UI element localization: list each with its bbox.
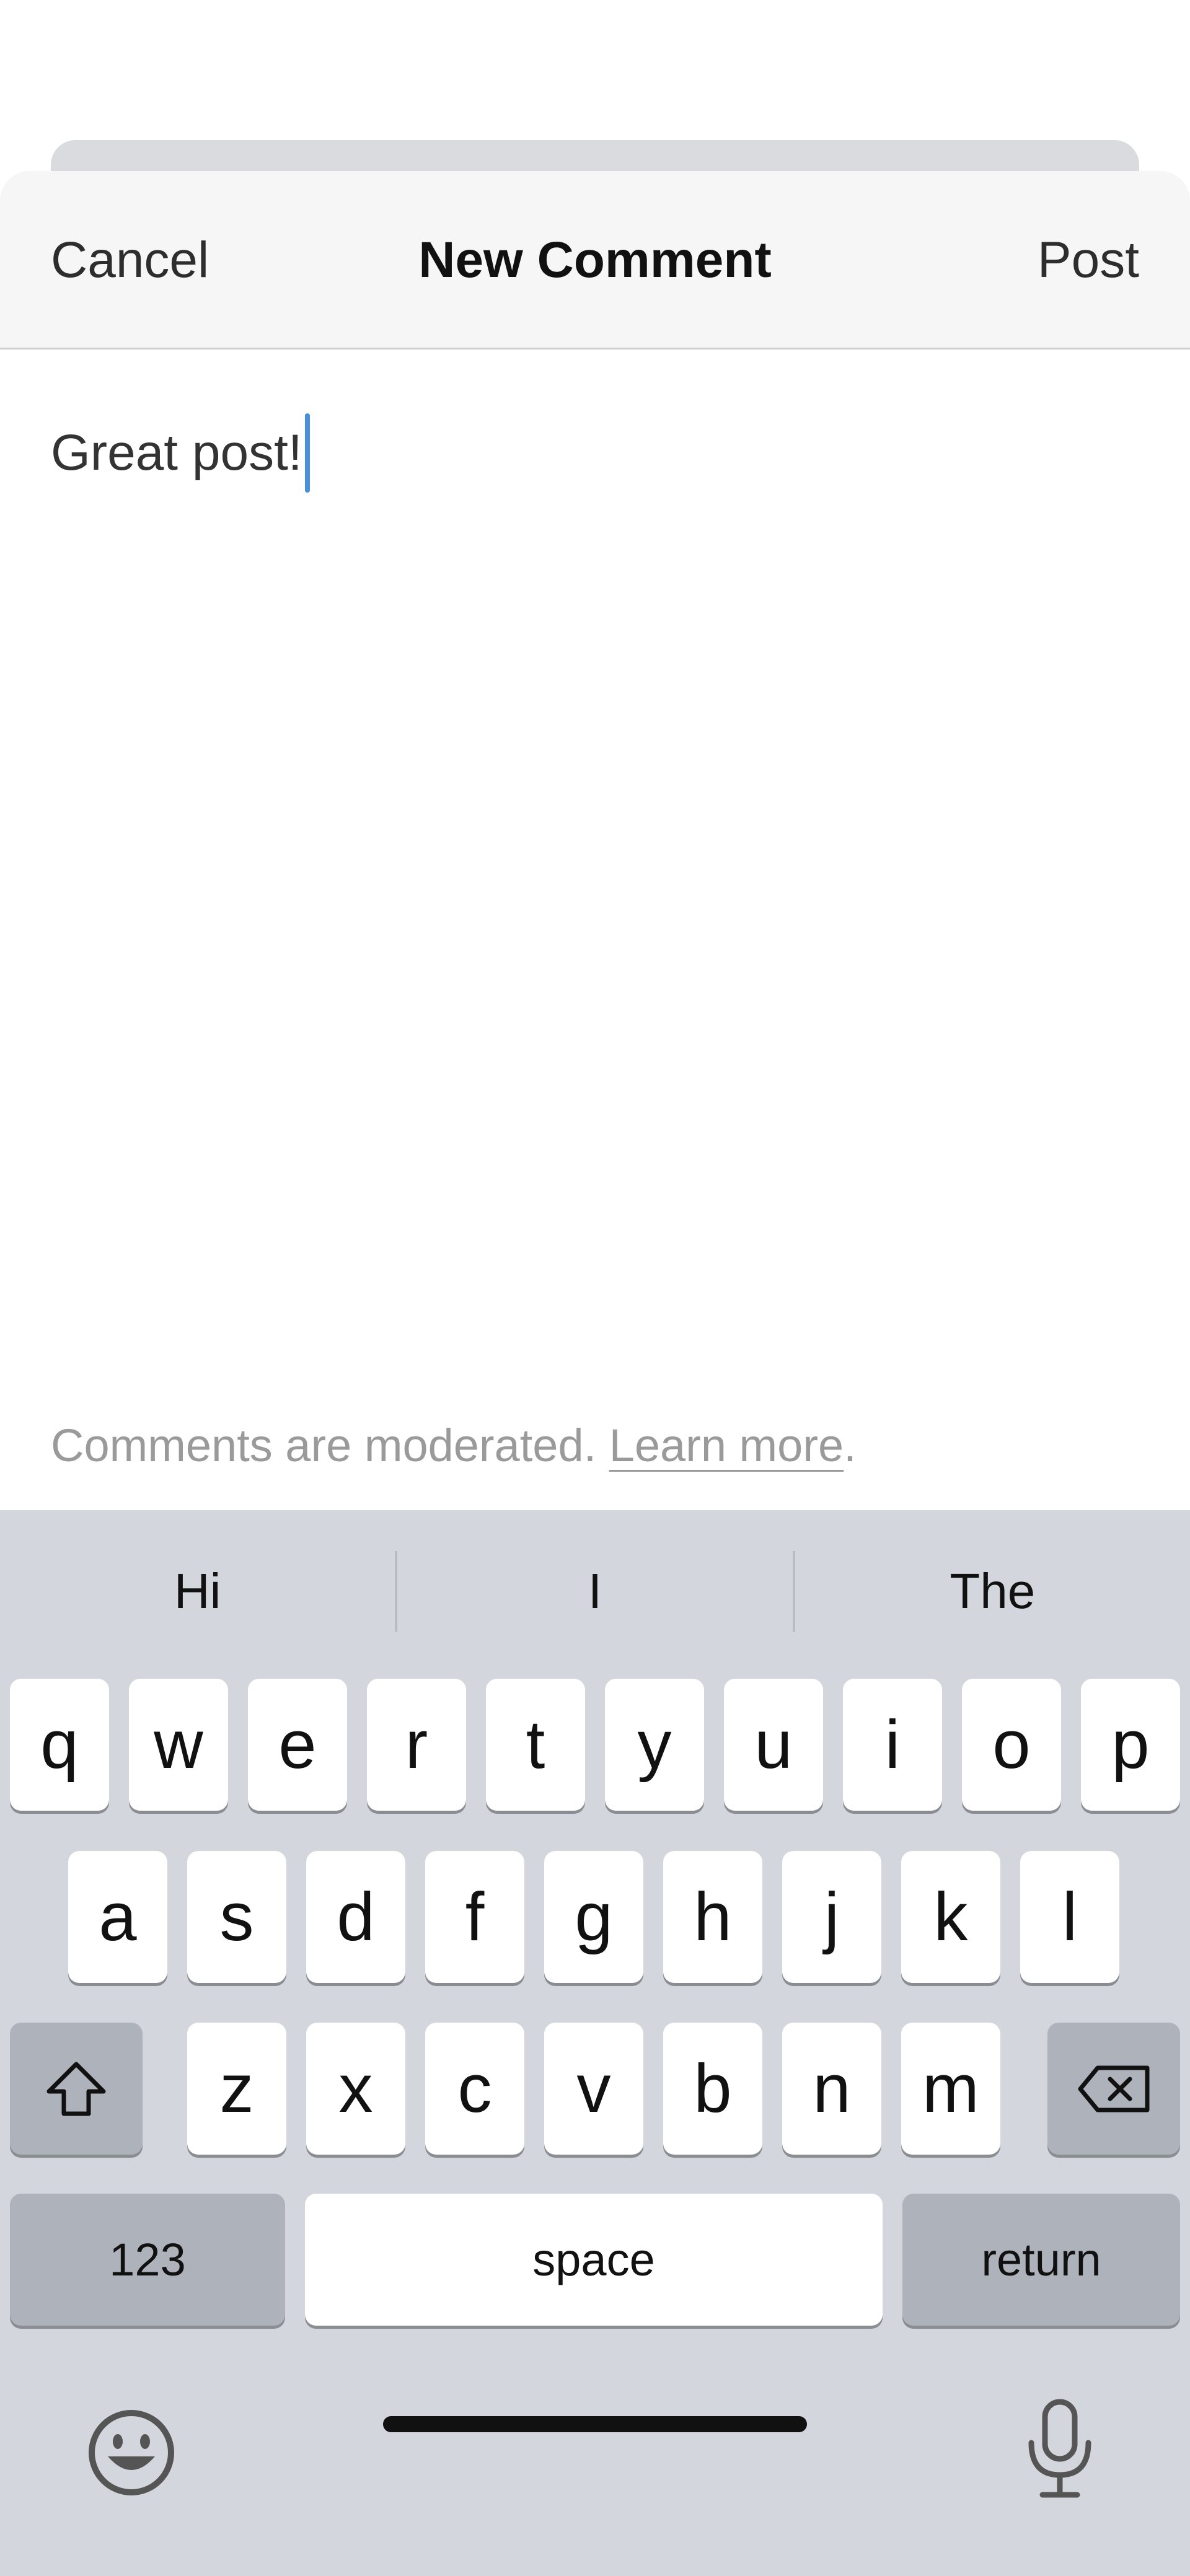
key-y[interactable]: y <box>605 1679 704 1811</box>
moderation-note: Comments are moderated. Learn more. <box>51 1419 857 1472</box>
microphone-icon <box>1028 2399 1091 2498</box>
key-o[interactable]: o <box>962 1679 1061 1811</box>
emoji-icon <box>89 2410 174 2495</box>
key-m[interactable]: m <box>901 2023 1000 2155</box>
text-caret <box>304 413 310 493</box>
key-n[interactable]: n <box>782 2023 881 2155</box>
page-title: New Comment <box>418 232 772 288</box>
numbers-key[interactable]: 123 <box>10 2194 285 2326</box>
key-k[interactable]: k <box>901 1851 1000 1983</box>
key-j[interactable]: j <box>782 1851 881 1983</box>
key-q[interactable]: q <box>10 1679 109 1811</box>
key-e[interactable]: e <box>248 1679 347 1811</box>
moderation-period: . <box>844 1420 857 1471</box>
shift-key[interactable] <box>10 2023 143 2155</box>
key-s[interactable]: s <box>187 1851 286 1983</box>
comment-text: Great post! <box>51 424 302 481</box>
key-d[interactable]: d <box>306 1851 405 1983</box>
key-p[interactable]: p <box>1081 1679 1180 1811</box>
space-key[interactable]: space <box>305 2194 883 2326</box>
key-x[interactable]: x <box>306 2023 405 2155</box>
key-c[interactable]: c <box>425 2023 524 2155</box>
key-l[interactable]: l <box>1020 1851 1119 1983</box>
key-r[interactable]: r <box>367 1679 466 1811</box>
return-key[interactable]: return <box>902 2194 1180 2326</box>
shift-icon <box>46 2062 106 2116</box>
key-g[interactable]: g <box>544 1851 643 1983</box>
key-v[interactable]: v <box>544 2023 643 2155</box>
suggestion-item[interactable]: The <box>795 1510 1190 1673</box>
delete-key[interactable] <box>1047 2023 1180 2155</box>
key-h[interactable]: h <box>663 1851 762 1983</box>
key-z[interactable]: z <box>187 2023 286 2155</box>
moderation-text: Comments are moderated. <box>51 1420 609 1471</box>
home-indicator[interactable] <box>383 2416 807 2432</box>
key-t[interactable]: t <box>486 1679 585 1811</box>
nav-bar: Cancel New Comment Post <box>0 171 1190 349</box>
comment-text-wrapper: Great post! <box>51 413 310 493</box>
emoji-button[interactable] <box>86 2407 177 2499</box>
comment-input[interactable]: Great post! Comments are moderated. Lear… <box>0 351 1190 1471</box>
key-w[interactable]: w <box>129 1679 228 1811</box>
dictation-button[interactable] <box>1023 2398 1097 2500</box>
post-button[interactable]: Post <box>1038 171 1139 349</box>
suggestion-bar: Hi I The <box>0 1510 1190 1673</box>
key-i[interactable]: i <box>843 1679 942 1811</box>
suggestion-item[interactable]: Hi <box>0 1510 395 1673</box>
delete-icon <box>1078 2065 1150 2112</box>
suggestion-item[interactable]: I <box>397 1510 792 1673</box>
key-a[interactable]: a <box>68 1851 167 1983</box>
key-f[interactable]: f <box>425 1851 524 1983</box>
key-u[interactable]: u <box>724 1679 823 1811</box>
key-b[interactable]: b <box>663 2023 762 2155</box>
learn-more-link[interactable]: Learn more <box>609 1420 844 1471</box>
